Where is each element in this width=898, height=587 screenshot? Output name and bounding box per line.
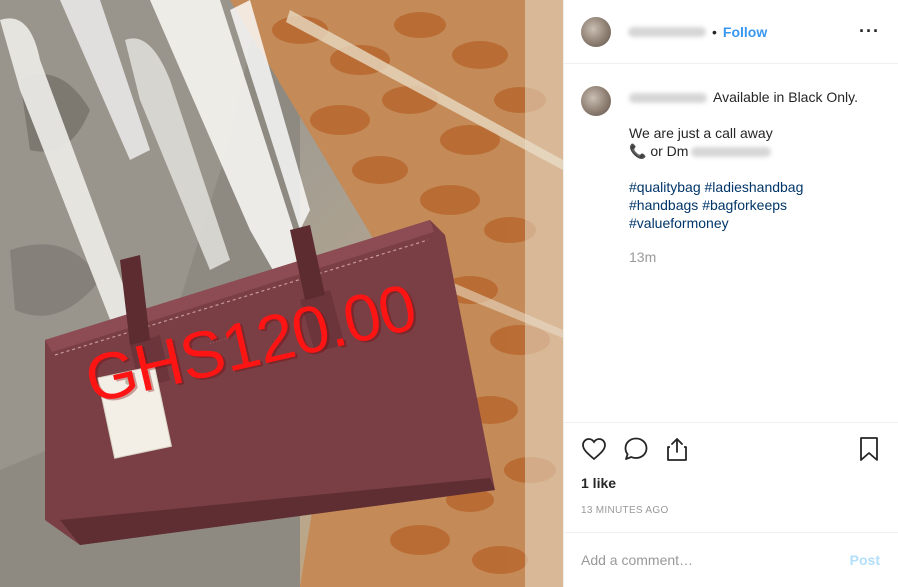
post-comment-button[interactable]: Post [850,552,880,568]
comment-icon[interactable] [623,436,649,462]
share-icon[interactable] [665,436,689,462]
action-icons [581,425,880,473]
photo-illustration: · · · · · · · · [0,0,563,587]
hashtag-line-3: #valueformoney [629,214,858,232]
instagram-post: · · · · · · · · GHS120.00 • Follow ··· A [0,0,898,587]
right-wall-light [525,0,563,587]
caption-gap-2 [629,160,858,178]
post-actions: 1 like 13 MINUTES AGO [564,422,898,532]
hashtag-qualitybag[interactable]: #qualitybag [629,179,701,195]
caption-age[interactable]: 13m [629,248,858,266]
hashtag-line-1: #qualitybag #ladieshandbag [629,178,858,196]
like-count[interactable]: 1 like [581,475,880,491]
post-header: • Follow ··· [564,0,898,64]
caption-first-line: Available in Black Only. [629,88,858,106]
comments-area: Available in Black Only. We are just a c… [564,64,898,422]
caption-username-blurred[interactable] [629,93,707,104]
author-avatar[interactable] [581,16,611,47]
author-username-blurred[interactable] [628,26,706,37]
hashtag-handbags[interactable]: #handbags [629,197,698,213]
caption-row: Available in Black Only. We are just a c… [581,86,880,266]
post-details-panel: • Follow ··· Available in Black Only. We… [564,0,898,587]
bookmark-icon[interactable] [858,436,880,462]
post-time[interactable]: 13 MINUTES AGO [581,505,880,516]
hashtag-bagforkeeps[interactable]: #bagforkeeps [702,197,787,213]
hashtag-valueformoney[interactable]: #valueformoney [629,215,729,231]
heart-icon[interactable] [581,437,607,461]
header-separator: • [712,23,717,40]
call-text: We are just a call away [629,125,773,141]
comment-box: Post [564,532,898,587]
caption-gap [629,106,858,124]
availability-text: Available in Black Only. [713,89,858,105]
dm-handle-blurred [691,147,772,158]
caption-avatar[interactable] [581,86,611,116]
hashtag-ladieshandbag[interactable]: #ladieshandbag [705,179,804,195]
dm-line: 📞 or Dm [629,142,858,160]
more-options-icon[interactable]: ··· [859,21,880,42]
dm-prefix: or Dm [650,143,689,159]
post-photo[interactable]: · · · · · · · · GHS120.00 [0,0,563,587]
caption-text: Available in Black Only. We are just a c… [629,88,858,266]
comment-input[interactable] [581,552,850,568]
phone-icon: 📞 [629,143,647,159]
hashtag-line-2: #handbags #bagforkeeps [629,196,858,214]
follow-button[interactable]: Follow [723,24,767,40]
